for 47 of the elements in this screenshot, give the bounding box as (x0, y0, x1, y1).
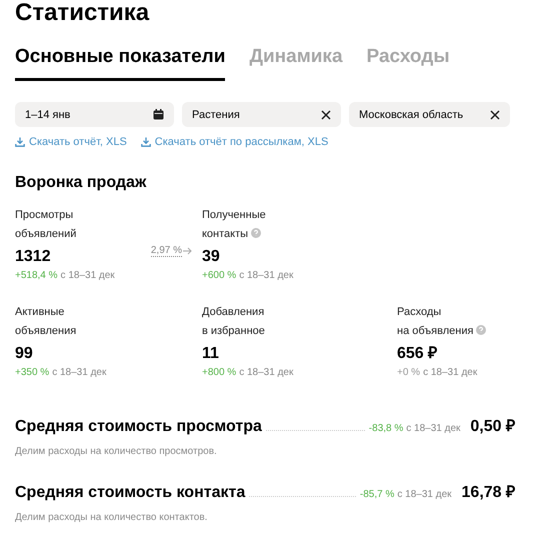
close-icon[interactable] (321, 110, 331, 120)
metric-label: Расходы на объявления (397, 303, 531, 341)
change-percent: +518,4 % (15, 270, 58, 281)
filter-field[interactable]: Растения (182, 102, 341, 127)
comparison-period: с 18–31 дек (406, 423, 460, 434)
metric-label: Активные объявления (15, 305, 78, 339)
cost-description: Делим расходы на количество контактов. (15, 512, 208, 523)
tab[interactable]: Расходы (366, 46, 450, 81)
change-percent: +800 % (202, 367, 236, 378)
comparison-period: с 18–31 дек (397, 489, 452, 500)
cost-title: Средняя стоимость просмотра (15, 418, 262, 436)
filter-field[interactable]: Московская область (349, 102, 510, 127)
download-icon (140, 137, 151, 147)
download-link[interactable]: Скачать отчёт, XLS (15, 136, 127, 148)
comparison-period: с 18–31 дек (423, 367, 478, 378)
tab[interactable]: Динамика (249, 46, 343, 81)
change-percent: -83,8 % (368, 423, 404, 434)
cost-description: Делим расходы на количество просмотров. (15, 446, 218, 457)
cost-title: Средняя стоимость контакта (15, 484, 246, 502)
change-percent: +600 % (202, 270, 236, 281)
metric-label: Просмотры объявлений (15, 208, 78, 242)
close-icon[interactable] (490, 110, 500, 120)
metric-label: Добавления в избранное (202, 305, 266, 339)
cost-value: 0,50 ₽ (470, 417, 515, 436)
metric-value: 11 (202, 344, 220, 364)
calendar-icon[interactable] (153, 109, 164, 120)
section-title: Воронка продаж (15, 174, 148, 192)
comparison-period: с 18–31 дек (52, 367, 106, 378)
metric-value: 99 (15, 344, 34, 364)
metric-label: Полученные контакты (202, 208, 267, 242)
metric-value: 1312 (15, 247, 52, 267)
conversion-rate[interactable]: 2,97 % (150, 244, 192, 258)
metric-value: 39 (202, 247, 221, 267)
arrow-icon (183, 247, 192, 255)
comparison-period: с 18–31 дек (239, 367, 294, 378)
tab[interactable]: Основные показатели (15, 46, 226, 81)
comparison-period: с 18–31 дек (239, 270, 294, 281)
cost-value: 16,78 ₽ (462, 483, 515, 502)
download-icon (15, 137, 25, 147)
download-link[interactable]: Скачать отчёт по рассылкам, XLS (140, 136, 328, 148)
metric-value: 656 ₽ (397, 344, 438, 364)
comparison-period: с 18–31 дек (60, 270, 115, 281)
change-percent: +0 % (397, 367, 420, 378)
change-percent: -85,7 % (360, 489, 394, 500)
change-percent: +350 % (15, 367, 50, 378)
date-field[interactable]: 1–14 янв (15, 102, 174, 127)
page-title: Статистика (15, 0, 150, 28)
